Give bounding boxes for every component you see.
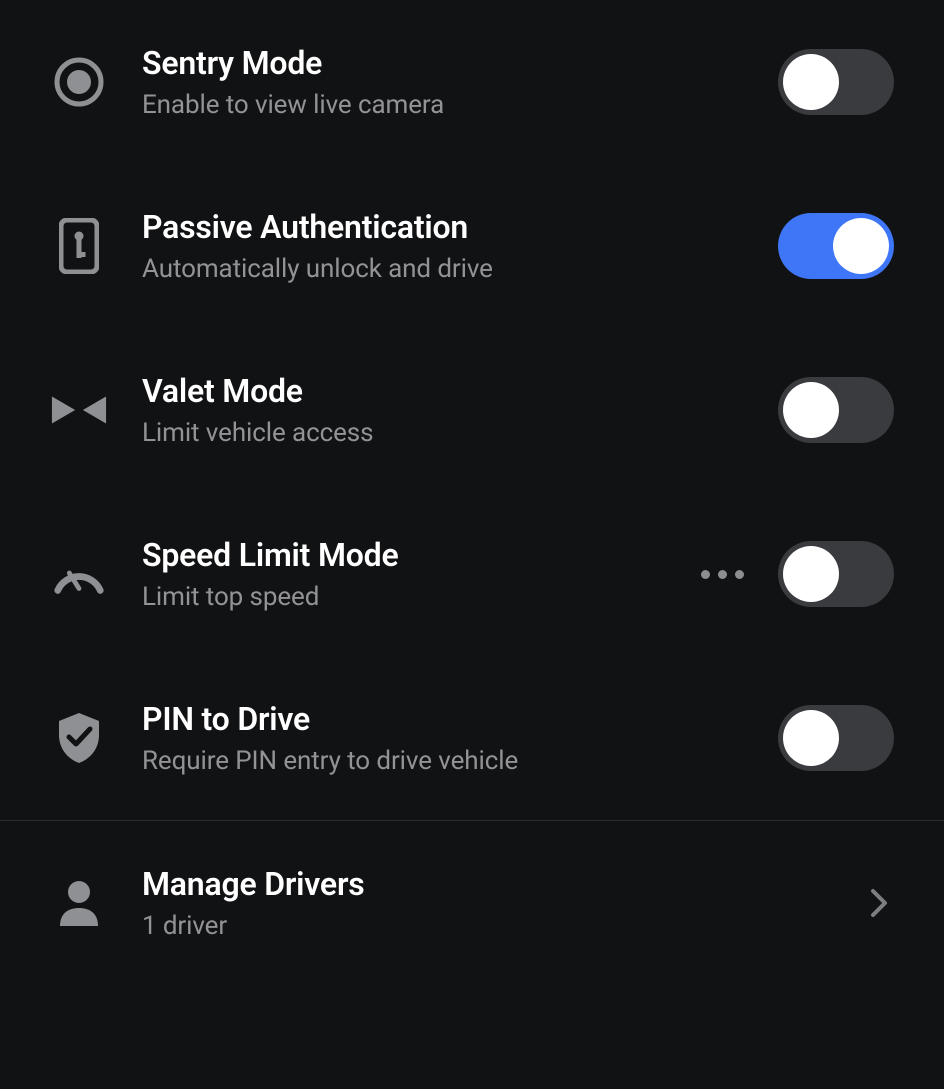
row-title: Sentry Mode xyxy=(142,44,744,82)
row-actions xyxy=(778,213,894,279)
chevron-right-icon xyxy=(870,888,894,918)
row-valet-mode: Valet Mode Limit vehicle access xyxy=(0,328,944,492)
row-pin-to-drive: PIN to Drive Require PIN entry to drive … xyxy=(0,656,944,820)
settings-list: Sentry Mode Enable to view live camera P… xyxy=(0,0,944,985)
bowtie-icon xyxy=(50,392,108,428)
row-text: PIN to Drive Require PIN entry to drive … xyxy=(142,700,744,776)
more-options-button[interactable] xyxy=(701,570,744,579)
row-actions xyxy=(778,377,894,443)
row-subtitle: Require PIN entry to drive vehicle xyxy=(142,746,744,776)
row-title: Manage Drivers xyxy=(142,865,836,903)
row-title: PIN to Drive xyxy=(142,700,744,738)
row-manage-drivers[interactable]: Manage Drivers 1 driver xyxy=(0,821,944,985)
row-title: Passive Authentication xyxy=(142,208,744,246)
row-text: Passive Authentication Automatically unl… xyxy=(142,208,744,284)
row-subtitle: Limit vehicle access xyxy=(142,418,744,448)
row-actions xyxy=(778,49,894,115)
row-actions xyxy=(778,705,894,771)
row-subtitle: Limit top speed xyxy=(142,582,667,612)
keycard-icon xyxy=(50,218,108,274)
row-subtitle: 1 driver xyxy=(142,911,836,941)
sentry-toggle[interactable] xyxy=(778,49,894,115)
pin-to-drive-toggle[interactable] xyxy=(778,705,894,771)
row-actions xyxy=(870,888,894,918)
speedometer-icon xyxy=(50,553,108,595)
row-text: Valet Mode Limit vehicle access xyxy=(142,372,744,448)
row-title: Valet Mode xyxy=(142,372,744,410)
person-icon xyxy=(50,878,108,928)
row-text: Speed Limit Mode Limit top speed xyxy=(142,536,667,612)
row-text: Manage Drivers 1 driver xyxy=(142,865,836,941)
row-title: Speed Limit Mode xyxy=(142,536,667,574)
row-speed-limit-mode: Speed Limit Mode Limit top speed xyxy=(0,492,944,656)
row-actions xyxy=(701,541,894,607)
row-sentry-mode: Sentry Mode Enable to view live camera xyxy=(0,0,944,164)
passive-auth-toggle[interactable] xyxy=(778,213,894,279)
valet-toggle[interactable] xyxy=(778,377,894,443)
row-subtitle: Enable to view live camera xyxy=(142,90,744,120)
row-text: Sentry Mode Enable to view live camera xyxy=(142,44,744,120)
row-subtitle: Automatically unlock and drive xyxy=(142,254,744,284)
row-passive-authentication: Passive Authentication Automatically unl… xyxy=(0,164,944,328)
sentry-icon xyxy=(50,56,108,108)
speed-limit-toggle[interactable] xyxy=(778,541,894,607)
shield-check-icon xyxy=(50,711,108,765)
